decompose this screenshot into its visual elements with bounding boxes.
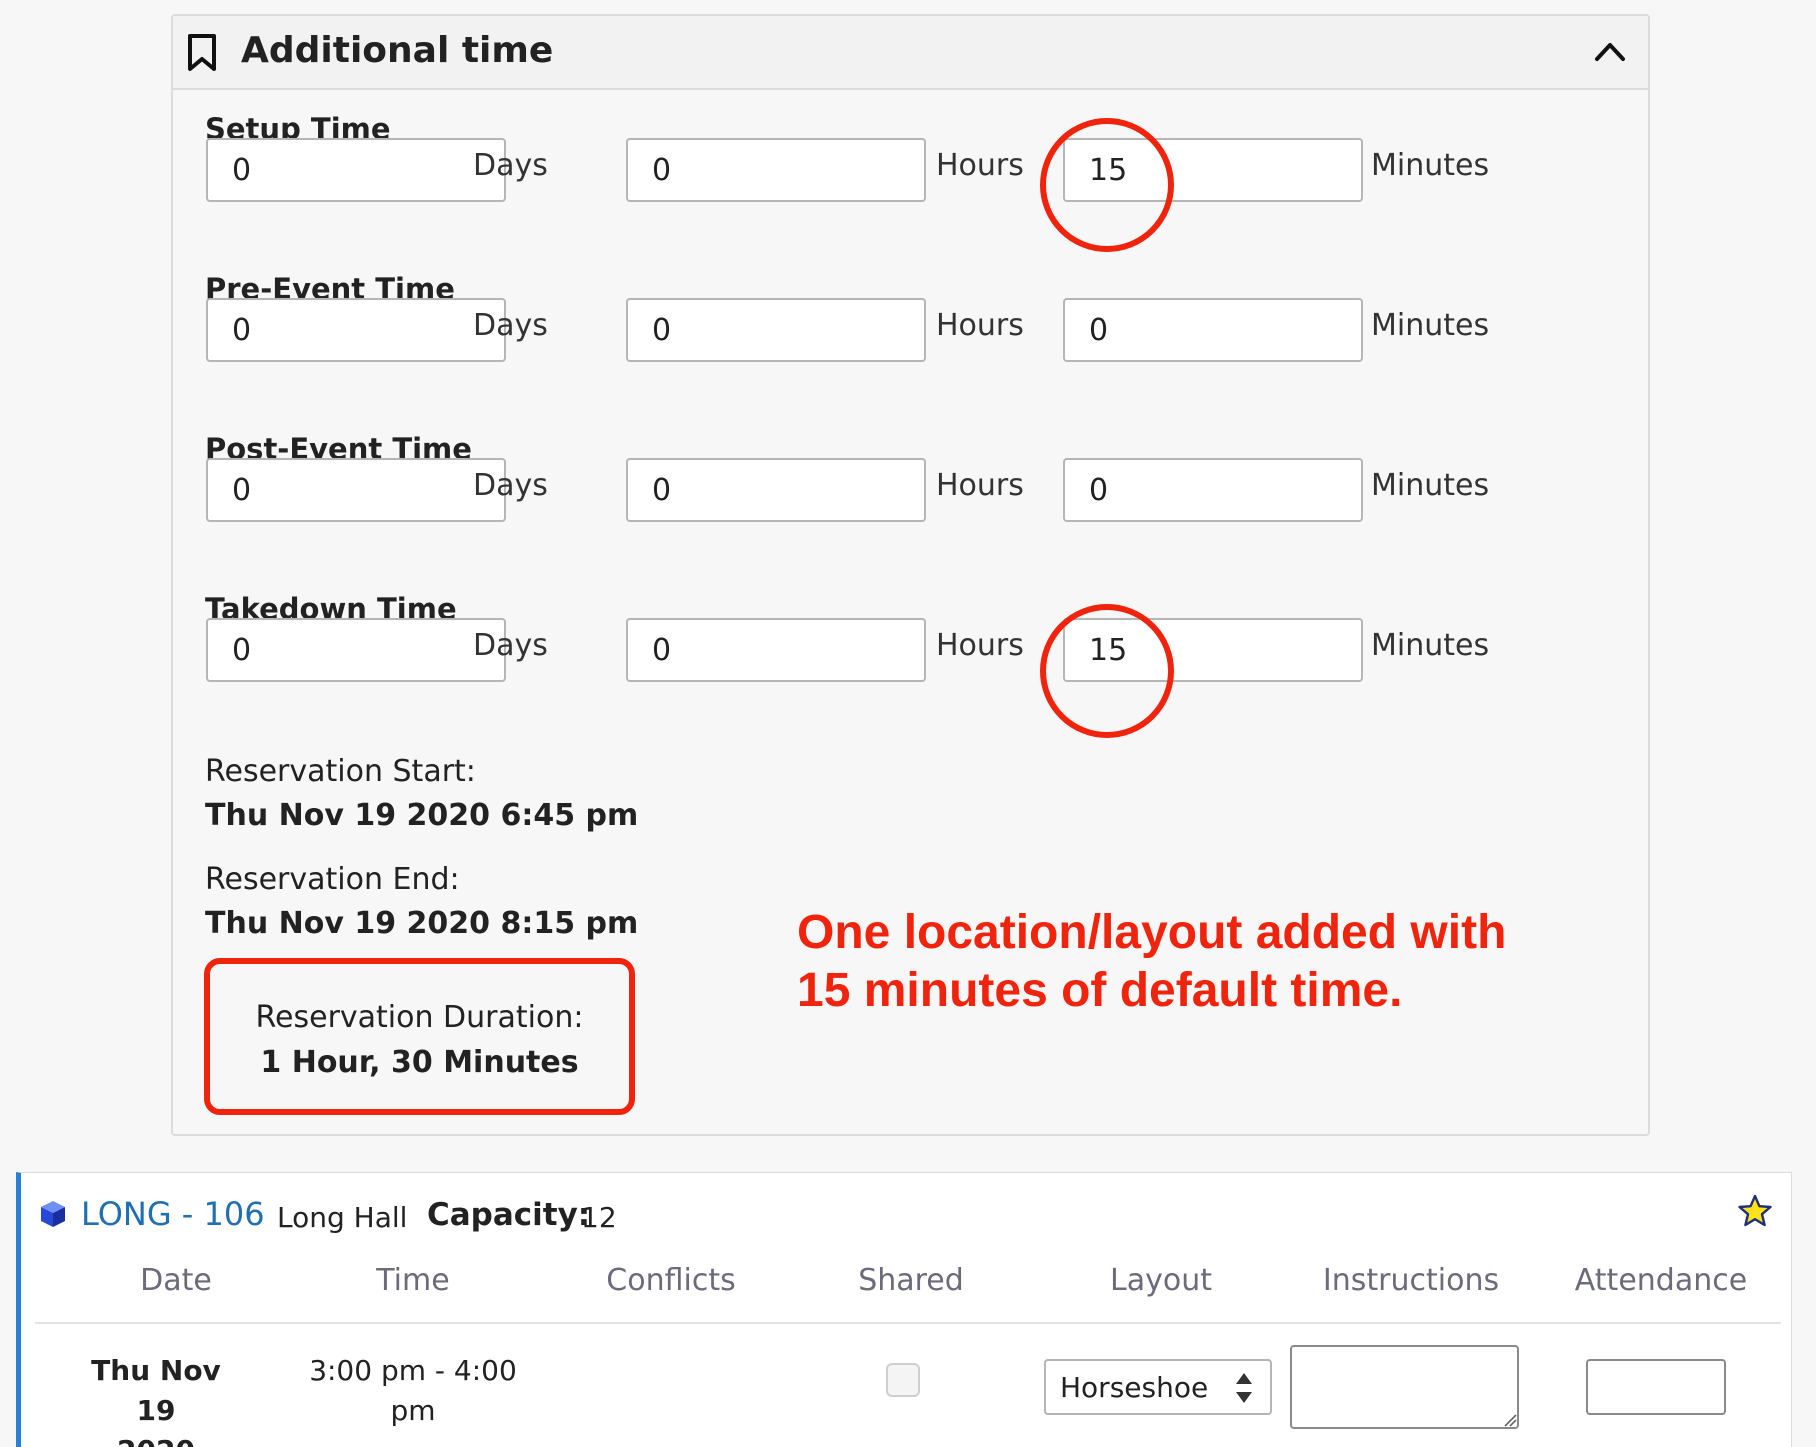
- column-header-time: Time: [376, 1263, 450, 1298]
- post-event-hours-unit: Hours: [936, 468, 1024, 503]
- row-date: Thu Nov 19 2020: [71, 1351, 241, 1447]
- reservation-start-value: Thu Nov 19 2020 6:45 pm: [205, 798, 639, 833]
- post-event-minutes-input[interactable]: [1063, 458, 1363, 522]
- cube-icon: [41, 1201, 65, 1227]
- column-header-instructions: Instructions: [1322, 1263, 1500, 1298]
- takedown-days-unit: Days: [473, 628, 548, 663]
- row-date-line-1: Thu Nov 19: [91, 1354, 221, 1427]
- setup-days-unit: Days: [473, 148, 548, 183]
- bookmark-icon: [188, 34, 216, 71]
- chevron-up-icon[interactable]: [1594, 40, 1626, 62]
- pre-event-days-unit: Days: [473, 308, 548, 343]
- setup-hours-input[interactable]: [626, 138, 926, 202]
- layout-select-value: Horseshoe: [1060, 1371, 1209, 1404]
- location-link[interactable]: LONG - 106: [81, 1195, 265, 1233]
- reservation-duration-highlight: Reservation Duration: 1 Hour, 30 Minutes: [204, 958, 635, 1115]
- post-event-minutes-unit: Minutes: [1371, 468, 1490, 503]
- takedown-hours-unit: Hours: [936, 628, 1024, 663]
- column-header-conflicts: Conflicts: [606, 1263, 736, 1298]
- row-time-line-1: 3:00 pm - 4:00: [309, 1354, 517, 1387]
- takedown-minutes-unit: Minutes: [1371, 628, 1490, 663]
- header-divider: [35, 1322, 1781, 1324]
- row-time: 3:00 pm - 4:00 pm: [303, 1351, 523, 1431]
- column-header-layout: Layout: [1110, 1263, 1212, 1298]
- annotation-line-1: One location/layout added with: [797, 906, 1507, 959]
- star-icon[interactable]: [1737, 1193, 1773, 1229]
- post-event-days-unit: Days: [473, 468, 548, 503]
- post-event-hours-input[interactable]: [626, 458, 926, 522]
- setup-minutes-unit: Minutes: [1371, 148, 1490, 183]
- setup-minutes-input[interactable]: [1063, 138, 1363, 202]
- reservation-duration-value: 1 Hour, 30 Minutes: [260, 1045, 579, 1080]
- pre-event-days-input[interactable]: [206, 298, 506, 362]
- takedown-minutes-input[interactable]: [1063, 618, 1363, 682]
- capacity-value: 12: [581, 1201, 617, 1234]
- pre-event-hours-input[interactable]: [626, 298, 926, 362]
- panel-title: Additional time: [241, 30, 554, 71]
- panel-header[interactable]: Additional time: [173, 16, 1648, 90]
- select-arrows-icon: [1236, 1373, 1252, 1403]
- row-date-line-2: 2020: [71, 1431, 241, 1447]
- column-header-date: Date: [140, 1263, 212, 1298]
- location-card: LONG - 106 Long Hall Capacity: 12 Date T…: [16, 1172, 1792, 1447]
- capacity-label: Capacity:: [427, 1197, 591, 1233]
- setup-days-input[interactable]: [206, 138, 506, 202]
- takedown-hours-input[interactable]: [626, 618, 926, 682]
- reservation-end-label: Reservation End:: [205, 862, 460, 897]
- attendance-input[interactable]: [1586, 1359, 1726, 1415]
- reservation-duration-label: Reservation Duration:: [255, 1000, 584, 1035]
- additional-time-panel: Additional time Setup Time Days Hours Mi…: [171, 14, 1650, 1136]
- shared-checkbox[interactable]: [886, 1363, 920, 1397]
- column-header-shared: Shared: [858, 1263, 964, 1298]
- resize-grip-icon[interactable]: [1503, 1413, 1517, 1427]
- post-event-days-input[interactable]: [206, 458, 506, 522]
- instructions-textarea[interactable]: [1290, 1345, 1519, 1429]
- annotation-note: One location/layout added with 15 minute…: [797, 904, 1557, 1020]
- pre-event-minutes-unit: Minutes: [1371, 308, 1490, 343]
- layout-select[interactable]: Horseshoe: [1044, 1359, 1272, 1415]
- reservation-end-value: Thu Nov 19 2020 8:15 pm: [205, 906, 639, 941]
- setup-hours-unit: Hours: [936, 148, 1024, 183]
- column-header-attendance: Attendance: [1574, 1263, 1748, 1298]
- reservation-start-label: Reservation Start:: [205, 754, 476, 789]
- annotation-line-2: 15 minutes of default time.: [797, 964, 1403, 1017]
- pre-event-hours-unit: Hours: [936, 308, 1024, 343]
- pre-event-minutes-input[interactable]: [1063, 298, 1363, 362]
- location-name: Long Hall: [277, 1201, 408, 1234]
- row-time-line-2: pm: [390, 1394, 436, 1427]
- takedown-days-input[interactable]: [206, 618, 506, 682]
